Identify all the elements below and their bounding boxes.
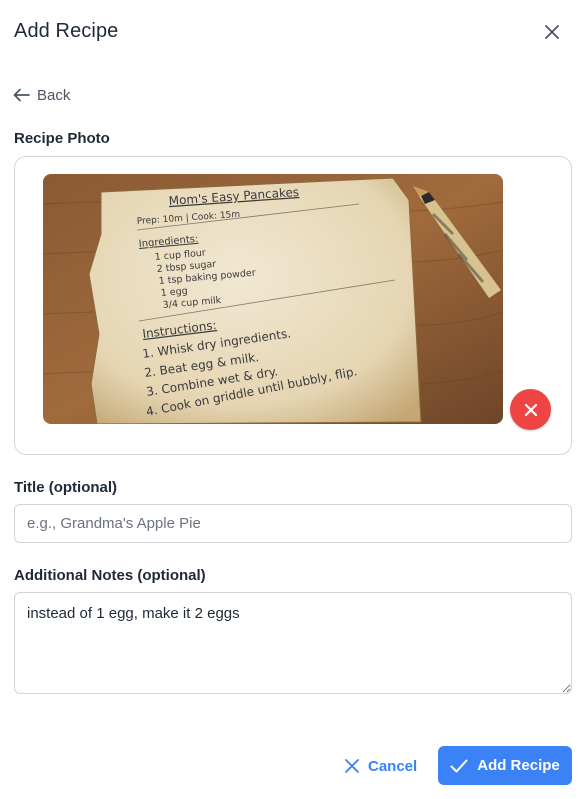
x-icon <box>345 759 359 773</box>
recipe-photo-container: Mom's Easy Pancakes Prep: 10m | Cook: 15… <box>14 156 572 455</box>
back-button[interactable]: Back <box>13 85 70 105</box>
photo-ingredient: 1 egg <box>160 286 188 299</box>
cancel-button[interactable]: Cancel <box>344 754 417 778</box>
modal-title: Add Recipe <box>14 20 119 42</box>
title-field-label: Title (optional) <box>14 479 118 496</box>
check-icon <box>450 759 468 772</box>
recipe-photo-label: Recipe Photo <box>14 130 110 147</box>
x-icon <box>524 403 537 416</box>
close-icon <box>545 25 559 39</box>
add-recipe-label: Add Recipe <box>477 757 560 774</box>
arrow-left-icon <box>13 88 30 102</box>
add-recipe-button[interactable]: Add Recipe <box>438 746 572 785</box>
title-input[interactable] <box>14 504 572 543</box>
back-label: Back <box>37 86 71 104</box>
notes-textarea[interactable]: instead of 1 egg, make it 2 eggs <box>14 592 572 694</box>
remove-photo-button[interactable] <box>510 389 551 430</box>
notes-field-label: Additional Notes (optional) <box>14 567 206 584</box>
cancel-label: Cancel <box>368 757 418 775</box>
close-button[interactable] <box>538 18 566 46</box>
recipe-photo: Mom's Easy Pancakes Prep: 10m | Cook: 15… <box>43 174 503 424</box>
modal-header: Add Recipe <box>0 0 584 64</box>
